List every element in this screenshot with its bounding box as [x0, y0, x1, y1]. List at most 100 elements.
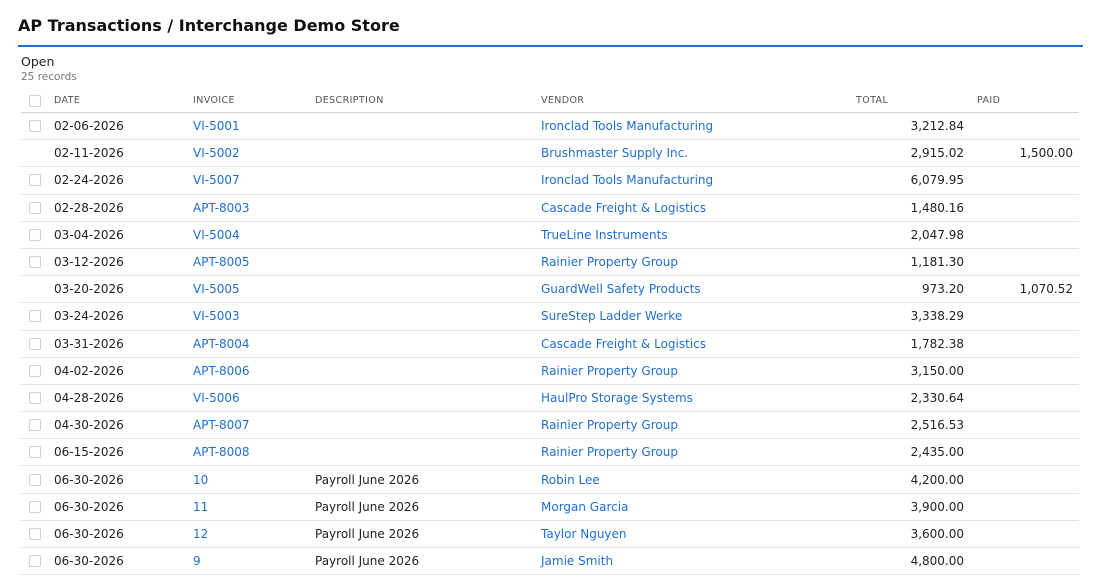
column-header-vendor[interactable]: VENDOR: [541, 89, 584, 112]
column-header-total[interactable]: TOTAL: [856, 89, 888, 112]
invoice-link[interactable]: VI-5004: [193, 222, 240, 248]
row-checkbox[interactable]: [29, 337, 41, 350]
row-total: 2,047.98: [910, 227, 964, 242]
row-checkbox[interactable]: [29, 256, 41, 269]
invoice-link[interactable]: 12: [193, 521, 208, 547]
row-select-cell: [29, 439, 43, 465]
table-row[interactable]: 03-04-2026 VI-5004 TrueLine Instruments 2,0…: [21, 222, 1079, 249]
table-row[interactable]: 04-02-2026 APT-8006 Rainier Property Group…: [21, 358, 1079, 385]
table-row[interactable]: 02-24-2026 VI-5007 Ironclad Tools Manufact…: [21, 167, 1079, 195]
vendor-link[interactable]: Rainier Property Group: [541, 249, 678, 275]
invoice-link[interactable]: VI-5005: [193, 276, 240, 302]
table-row[interactable]: 02-28-2026 APT-8003 Cascade Freight & Logi…: [21, 195, 1079, 222]
invoice-link[interactable]: VI-5001: [193, 113, 240, 139]
row-checkbox[interactable]: [29, 527, 41, 540]
invoice-link[interactable]: VI-5007: [193, 167, 240, 193]
vendor-link[interactable]: Rainier Property Group: [541, 439, 678, 465]
row-date: 06-15-2026: [54, 445, 124, 460]
invoice-link[interactable]: APT-8008: [193, 439, 250, 465]
invoice-link[interactable]: VI-5006: [193, 385, 240, 411]
row-total: 2,330.64: [910, 390, 964, 405]
vendor-link[interactable]: Cascade Freight & Logistics: [541, 195, 706, 221]
table-row[interactable]: 06-30-2026 9 Payroll June 2026 Jamie Smith 4…: [21, 548, 1079, 576]
table-row[interactable]: 03-24-2026 VI-5003 SureStep Ladder Werke 3,…: [21, 303, 1079, 331]
row-checkbox[interactable]: [29, 446, 41, 459]
vendor-link[interactable]: Morgan Garcia: [541, 494, 628, 520]
invoice-link[interactable]: 9: [193, 548, 201, 574]
table-row[interactable]: 06-15-2026 APT-8008 Rainier Property Group…: [21, 439, 1079, 467]
row-paid: 1,500.00: [1019, 146, 1073, 161]
row-checkbox[interactable]: [29, 555, 41, 568]
vendor-link[interactable]: Ironclad Tools Manufacturing: [541, 113, 713, 139]
table-header-row: DATE INVOICE DESCRIPTION VENDOR TOTAL PA…: [21, 89, 1079, 113]
table-row[interactable]: 03-20-2026 VI-5005 GuardWell Safety Produc…: [21, 276, 1079, 304]
vendor-link[interactable]: Rainier Property Group: [541, 358, 678, 384]
invoice-link[interactable]: VI-5002: [193, 140, 240, 166]
row-total: 973.20: [922, 282, 964, 297]
table-row[interactable]: 04-30-2026 APT-8007 Rainier Property Group…: [21, 412, 1079, 440]
select-all-cell: [29, 89, 43, 112]
column-header-invoice[interactable]: INVOICE: [193, 89, 235, 112]
invoice-link[interactable]: APT-8007: [193, 412, 250, 438]
row-checkbox[interactable]: [29, 473, 41, 486]
table-row[interactable]: 06-30-2026 12 Payroll June 2026 Taylor Nguy…: [21, 521, 1079, 548]
vendor-link[interactable]: SureStep Ladder Werke: [541, 303, 682, 329]
table-row[interactable]: 03-12-2026 APT-8005 Rainier Property Group…: [21, 249, 1079, 277]
invoice-link[interactable]: APT-8003: [193, 195, 250, 221]
row-checkbox[interactable]: [29, 228, 41, 241]
table-row[interactable]: 04-28-2026 VI-5006 HaulPro Storage Systems…: [21, 385, 1079, 413]
row-date: 06-30-2026: [54, 554, 124, 569]
row-select-cell: [29, 167, 43, 193]
table-row[interactable]: 06-30-2026 11 Payroll June 2026 Morgan Garc…: [21, 494, 1079, 521]
row-total: 3,900.00: [910, 499, 964, 514]
select-all-checkbox[interactable]: [29, 94, 41, 107]
row-checkbox[interactable]: [29, 120, 41, 133]
row-select-cell: [29, 466, 43, 492]
vendor-link[interactable]: Cascade Freight & Logistics: [541, 331, 706, 357]
column-header-paid[interactable]: PAID: [977, 89, 1000, 112]
invoice-link[interactable]: VI-5003: [193, 303, 240, 329]
row-date: 02-06-2026: [54, 119, 124, 134]
row-checkbox[interactable]: [29, 364, 41, 377]
row-total: 2,435.00: [910, 445, 964, 460]
row-description: Payroll June 2026: [315, 472, 420, 487]
invoice-link[interactable]: APT-8006: [193, 358, 250, 384]
table-body: 02-06-2026 VI-5001 Ironclad Tools Manufact…: [21, 113, 1079, 576]
column-header-date[interactable]: DATE: [54, 89, 80, 112]
vendor-link[interactable]: Taylor Nguyen: [541, 521, 627, 547]
row-total: 6,079.95: [910, 173, 964, 188]
invoice-link[interactable]: 11: [193, 494, 208, 520]
column-header-description[interactable]: DESCRIPTION: [315, 89, 384, 112]
vendor-link[interactable]: Brushmaster Supply Inc.: [541, 140, 688, 166]
row-checkbox[interactable]: [29, 174, 41, 187]
invoice-link[interactable]: APT-8005: [193, 249, 250, 275]
section-label: Open: [21, 54, 55, 69]
vendor-link[interactable]: Jamie Smith: [541, 548, 613, 574]
row-checkbox[interactable]: [29, 419, 41, 432]
vendor-link[interactable]: GuardWell Safety Products: [541, 276, 701, 302]
table-row[interactable]: 03-31-2026 APT-8004 Cascade Freight & Logi…: [21, 331, 1079, 358]
vendor-link[interactable]: Ironclad Tools Manufacturing: [541, 167, 713, 193]
row-checkbox[interactable]: [29, 201, 41, 214]
invoice-link[interactable]: 10: [193, 466, 208, 492]
row-date: 04-28-2026: [54, 390, 124, 405]
vendor-link[interactable]: Robin Lee: [541, 466, 600, 492]
row-date: 03-12-2026: [54, 255, 124, 270]
invoice-link[interactable]: APT-8004: [193, 331, 250, 357]
row-checkbox[interactable]: [29, 500, 41, 513]
table-row[interactable]: 02-06-2026 VI-5001 Ironclad Tools Manufact…: [21, 113, 1079, 141]
vendor-link[interactable]: TrueLine Instruments: [541, 222, 668, 248]
vendor-link[interactable]: Rainier Property Group: [541, 412, 678, 438]
row-total: 2,915.02: [910, 146, 964, 161]
table-row[interactable]: 02-11-2026 VI-5002 Brushmaster Supply Inc.…: [21, 140, 1079, 168]
row-checkbox[interactable]: [29, 310, 41, 323]
row-total: 3,600.00: [910, 526, 964, 541]
row-date: 03-24-2026: [54, 309, 124, 324]
row-date: 06-30-2026: [54, 499, 124, 514]
row-select-cell: [29, 222, 43, 248]
vendor-link[interactable]: HaulPro Storage Systems: [541, 385, 693, 411]
table-row[interactable]: 06-30-2026 10 Payroll June 2026 Robin Lee 4,…: [21, 466, 1079, 494]
row-checkbox[interactable]: [29, 391, 41, 404]
row-select-cell: [29, 195, 43, 221]
row-date: 04-02-2026: [54, 363, 124, 378]
